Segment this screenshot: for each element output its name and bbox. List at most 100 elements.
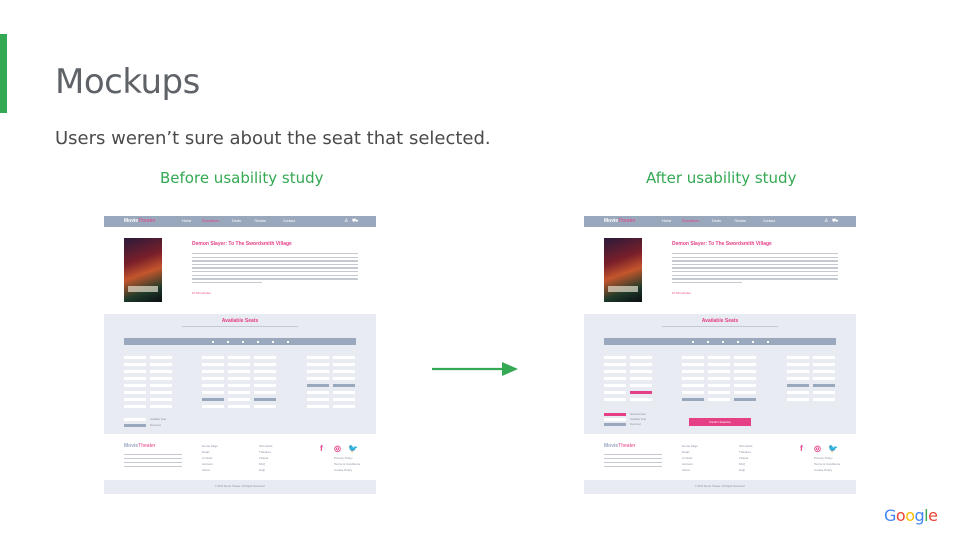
seat[interactable] xyxy=(150,391,172,394)
footer-link[interactable]: Home Page xyxy=(682,444,698,448)
seat[interactable] xyxy=(333,370,355,373)
seat[interactable] xyxy=(150,405,172,408)
footer-link[interactable]: Terms & Conditions xyxy=(334,462,360,466)
seat[interactable] xyxy=(708,370,730,373)
footer-link[interactable]: Deals xyxy=(682,450,690,454)
seat[interactable] xyxy=(228,356,250,359)
seat[interactable] xyxy=(734,391,756,394)
seat[interactable] xyxy=(254,377,276,380)
seat[interactable] xyxy=(150,356,172,359)
seat[interactable] xyxy=(787,356,809,359)
mock-logo[interactable]: MovieTheater xyxy=(604,218,635,224)
footer-link[interactable]: Gift Cards xyxy=(259,444,273,448)
seat[interactable] xyxy=(630,391,652,394)
seat[interactable] xyxy=(813,384,835,387)
seat[interactable] xyxy=(228,391,250,394)
mock-nav-item[interactable]: Showtimes xyxy=(682,219,699,223)
seat[interactable] xyxy=(813,370,835,373)
seat[interactable] xyxy=(630,356,652,359)
seat[interactable] xyxy=(124,391,146,394)
footer-link[interactable]: Cookie Policy xyxy=(814,468,832,472)
seat[interactable] xyxy=(604,370,626,373)
seat[interactable] xyxy=(228,405,250,408)
mock-nav-item[interactable]: Theatre xyxy=(734,219,746,223)
seat[interactable] xyxy=(708,398,730,401)
footer-link[interactable]: Account xyxy=(682,462,693,466)
mock-nav-item[interactable]: Home xyxy=(662,219,671,223)
instagram-icon[interactable]: ◎ xyxy=(814,444,821,453)
seat[interactable] xyxy=(254,363,276,366)
seat[interactable] xyxy=(734,363,756,366)
seat[interactable] xyxy=(604,384,626,387)
footer-link[interactable]: About xyxy=(202,468,210,472)
seat[interactable] xyxy=(150,363,172,366)
seat[interactable] xyxy=(333,405,355,408)
seat[interactable] xyxy=(734,377,756,380)
footer-link[interactable]: Gift Cards xyxy=(739,444,753,448)
seat[interactable] xyxy=(604,356,626,359)
seat[interactable] xyxy=(787,398,809,401)
seat[interactable] xyxy=(254,398,276,401)
seat[interactable] xyxy=(787,370,809,373)
cart-icon[interactable]: ⛟ xyxy=(832,218,838,225)
seat[interactable] xyxy=(787,391,809,394)
seat[interactable] xyxy=(228,398,250,401)
user-icon[interactable]: ♙ xyxy=(344,218,348,224)
seat[interactable] xyxy=(307,391,329,394)
seat[interactable] xyxy=(708,384,730,387)
seat[interactable] xyxy=(150,384,172,387)
seat[interactable] xyxy=(630,370,652,373)
seat[interactable] xyxy=(150,398,172,401)
footer-link[interactable]: Tickets xyxy=(739,456,748,460)
mock-nav-item[interactable]: Contact xyxy=(763,219,775,223)
mock-nav-item[interactable]: Deals xyxy=(712,219,721,223)
seat[interactable] xyxy=(630,377,652,380)
seat[interactable] xyxy=(813,363,835,366)
mock-nav-item[interactable]: Deals xyxy=(232,219,241,223)
seat[interactable] xyxy=(630,363,652,366)
footer-link[interactable]: Privacy Policy xyxy=(814,456,833,460)
instagram-icon[interactable]: ◎ xyxy=(334,444,341,453)
mock-nav-item[interactable]: Contact xyxy=(283,219,295,223)
footer-link[interactable]: Tickets xyxy=(259,456,268,460)
seat[interactable] xyxy=(307,356,329,359)
seat[interactable] xyxy=(682,363,704,366)
seat[interactable] xyxy=(630,384,652,387)
footer-link[interactable]: About xyxy=(682,468,690,472)
seat[interactable] xyxy=(813,398,835,401)
seat[interactable] xyxy=(307,384,329,387)
seat[interactable] xyxy=(124,377,146,380)
seat[interactable] xyxy=(604,391,626,394)
seat[interactable] xyxy=(787,377,809,380)
seat[interactable] xyxy=(124,356,146,359)
seat[interactable] xyxy=(202,405,224,408)
footer-link[interactable]: Theatres xyxy=(259,450,271,454)
seat[interactable] xyxy=(254,370,276,373)
footer-link[interactable]: Help xyxy=(259,468,265,472)
footer-link[interactable]: FAQ xyxy=(259,462,265,466)
twitter-icon[interactable]: 🐦 xyxy=(828,444,838,453)
seat[interactable] xyxy=(682,356,704,359)
footer-link[interactable]: Contact xyxy=(202,456,212,460)
seat[interactable] xyxy=(228,384,250,387)
seat[interactable] xyxy=(604,363,626,366)
seat[interactable] xyxy=(202,377,224,380)
footer-link[interactable]: FAQ xyxy=(739,462,745,466)
seat[interactable] xyxy=(734,384,756,387)
confirm-selection-button[interactable]: Confirm Selection xyxy=(689,418,751,426)
seat[interactable] xyxy=(682,384,704,387)
seat[interactable] xyxy=(333,398,355,401)
seat[interactable] xyxy=(124,363,146,366)
seat[interactable] xyxy=(813,356,835,359)
twitter-icon[interactable]: 🐦 xyxy=(348,444,358,453)
seat[interactable] xyxy=(787,363,809,366)
user-icon[interactable]: ♙ xyxy=(824,218,828,224)
seat[interactable] xyxy=(333,384,355,387)
seat[interactable] xyxy=(254,356,276,359)
footer-link[interactable]: Privacy Policy xyxy=(334,456,353,460)
seat[interactable] xyxy=(734,370,756,373)
seat[interactable] xyxy=(202,356,224,359)
seat[interactable] xyxy=(682,391,704,394)
seat[interactable] xyxy=(708,356,730,359)
mock-nav-item[interactable]: Showtimes xyxy=(202,219,219,223)
